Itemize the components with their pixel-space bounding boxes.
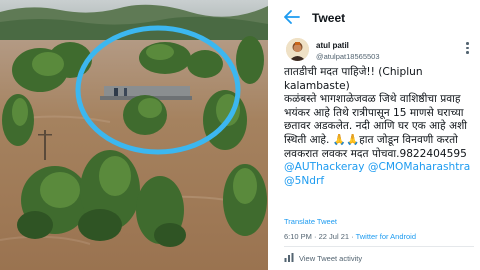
divider <box>284 246 474 247</box>
tweet-line: लवकरात लवकर मदत पोचवा.9822404595 <box>284 147 467 160</box>
mention-links[interactable]: @AUThackeray @CMOMaharashtra <box>284 161 478 175</box>
flood-photo <box>0 0 268 270</box>
tweet-text: तातडीची मदत पाहिजे!! (Chiplun kalambaste… <box>284 66 478 188</box>
back-arrow-icon[interactable] <box>284 10 300 24</box>
user-display-name[interactable]: atul patil <box>316 41 349 50</box>
tweet-line: छतावर अडकलेत. नदी आणि घर एक आहे अशी <box>284 120 468 133</box>
page-title: Tweet <box>312 11 346 25</box>
mention-link-ndrf[interactable]: @5Ndrf <box>284 175 478 189</box>
translate-tweet-link[interactable]: Translate Tweet <box>284 217 337 226</box>
bar-chart-icon <box>284 253 294 262</box>
avatar[interactable] <box>286 38 309 61</box>
tweet-meta: 6:10 PM · 22 Jul 21 · Twitter for Androi… <box>284 232 416 241</box>
user-handle[interactable]: @atulpat18565503 <box>316 52 380 61</box>
view-tweet-activity-link[interactable]: View Tweet activity <box>299 254 362 263</box>
tweet-line: कळंबस्ते भागशाळेजवळ जिथे वाशिष्ठीचा प्रव… <box>284 93 461 106</box>
tweet-timestamp: 6:10 PM · 22 Jul 21 · <box>284 232 356 241</box>
more-options-icon[interactable] <box>466 42 470 56</box>
tweet-line: भयंकर आहे तिथे रात्रीपासून 15 माणसे घराच… <box>284 106 464 119</box>
tweet-line: kalambaste) <box>284 79 350 92</box>
top-bar: Tweet <box>272 0 480 34</box>
tweet-line: तातडीची मदत पाहिजे!! (Chiplun <box>284 66 423 78</box>
tweet-panel: Tweet atul patil @atulpat18565503 तातडीच… <box>272 0 480 270</box>
tweet-source-link[interactable]: Twitter for Android <box>356 232 416 241</box>
tweet-line: स्थिती आहे. 🙏🙏हात जोडून विनवणी करतो <box>284 133 458 146</box>
